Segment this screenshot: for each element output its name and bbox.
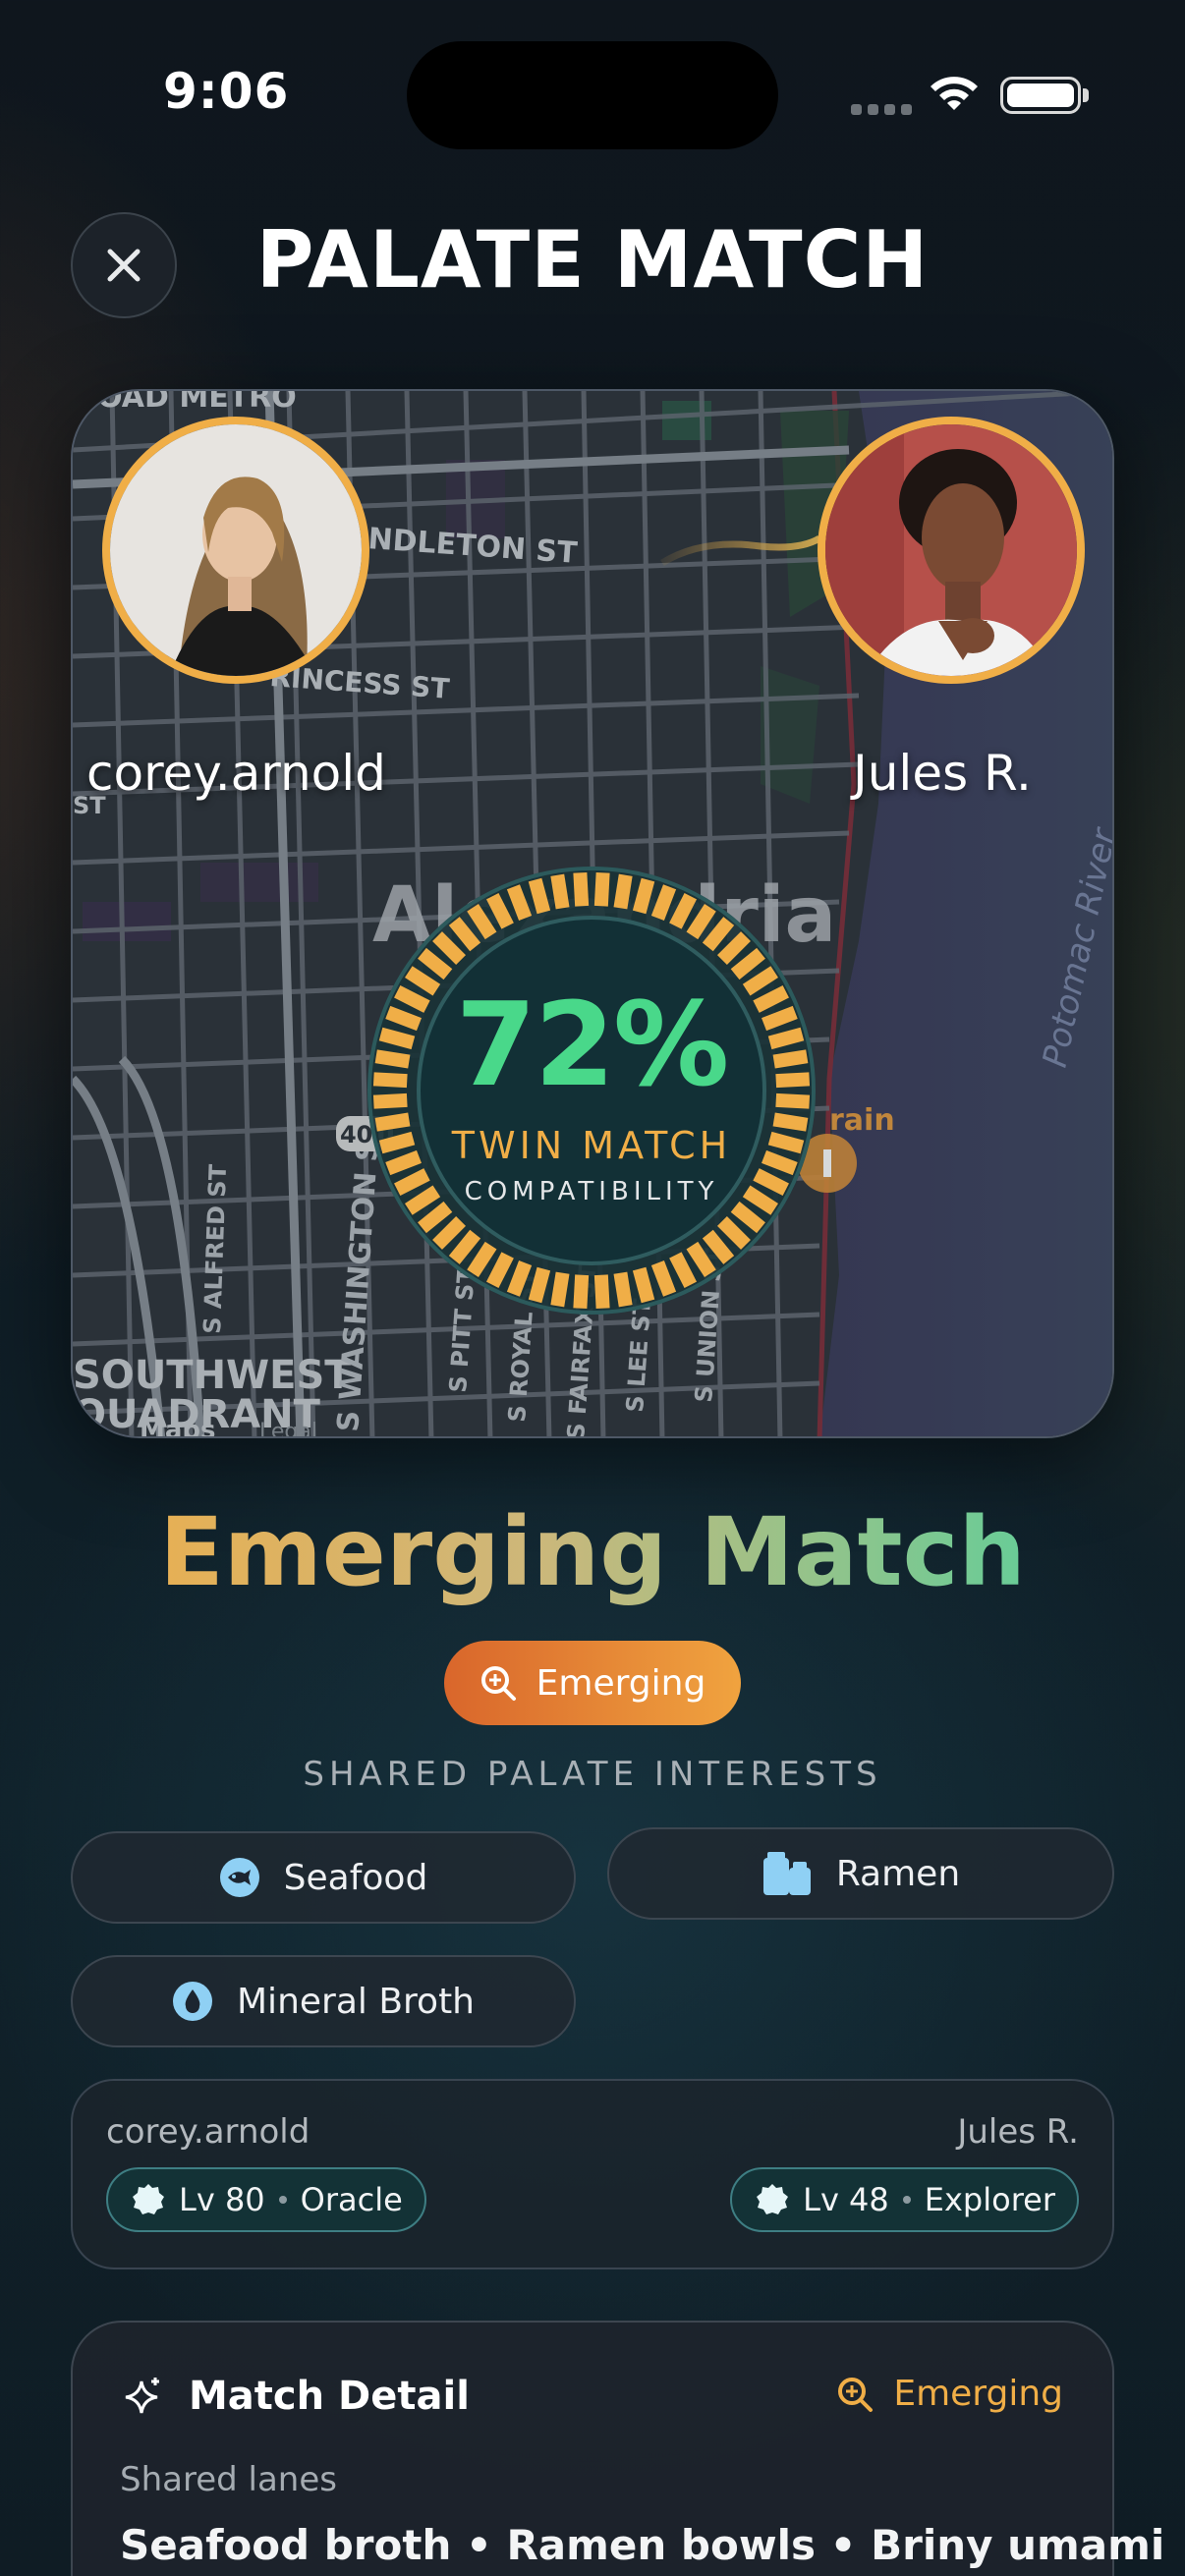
level-user-left: corey.arnold xyxy=(106,2112,310,2152)
rank-left: Oracle xyxy=(300,2181,403,2218)
battery-icon xyxy=(1000,77,1081,114)
water-drop-icon xyxy=(173,1982,212,2021)
user-name-left: corey.arnold xyxy=(86,745,386,802)
chip-seafood[interactable]: Seafood xyxy=(71,1831,576,1924)
badge-seal-icon xyxy=(133,2184,164,2214)
compatibility-ring: 72% TWIN MATCH COMPATIBILITY xyxy=(362,861,821,1320)
cellular-signal-icon xyxy=(851,104,912,115)
avatar-jules-photo xyxy=(825,424,1077,676)
detail-status-label: Emerging xyxy=(893,2374,1063,2414)
status-time: 9:06 xyxy=(163,63,290,120)
level-user-right: Jules R. xyxy=(957,2112,1079,2152)
avatar-corey-photo xyxy=(110,424,362,676)
match-kind: TWIN MATCH xyxy=(451,1124,732,1167)
fish-icon xyxy=(219,1858,259,1897)
page-title: PALATE MATCH xyxy=(255,214,930,306)
wifi-icon xyxy=(931,77,978,110)
match-sub: COMPATIBILITY xyxy=(464,1177,719,1206)
level-badge-left[interactable]: Lv 80 Oracle xyxy=(106,2167,426,2232)
avatar-jules[interactable] xyxy=(818,417,1085,684)
chip-label: Ramen xyxy=(835,1853,961,1894)
user-name-right: Jules R. xyxy=(853,745,1032,802)
detail-status: Emerging xyxy=(836,2374,1063,2414)
chip-label: Seafood xyxy=(283,1857,428,1898)
tier-badge[interactable]: Emerging xyxy=(444,1641,741,1725)
match-percent: 72% xyxy=(455,977,729,1112)
detail-title: Match Detail xyxy=(189,2374,470,2419)
tier-title: Emerging Match xyxy=(0,1497,1185,1607)
magnifier-plus-icon xyxy=(838,2377,874,2412)
sparkle-icon xyxy=(125,2378,159,2414)
levels-card: corey.arnold Jules R. Lv 80 Oracle Lv 48… xyxy=(71,2079,1114,2269)
chip-ramen[interactable]: Ramen xyxy=(607,1827,1114,1920)
chip-label: Mineral Broth xyxy=(237,1981,475,2022)
match-detail-card[interactable]: Match Detail Emerging Shared lanes Seafo… xyxy=(71,2321,1164,2576)
level-badge-right[interactable]: Lv 48 Explorer xyxy=(730,2167,1079,2232)
magnifier-plus-icon xyxy=(480,1666,516,1701)
tier-badge-label: Emerging xyxy=(536,1662,706,1704)
rank-right: Explorer xyxy=(924,2181,1055,2218)
shared-lanes-value: Seafood broth • Ramen bowls • Briny umam… xyxy=(120,2521,1165,2569)
match-map-card: ROAD METRO NDLETON ST RINCESS ST ST Alex… xyxy=(71,389,1114,1438)
dynamic-island xyxy=(407,41,778,149)
shared-interests-label: SHARED PALATE INTERESTS xyxy=(303,1755,882,1794)
shared-lanes-label: Shared lanes xyxy=(120,2460,337,2499)
level-value-right: Lv 48 xyxy=(803,2181,889,2218)
level-value-left: Lv 80 xyxy=(179,2181,265,2218)
ramen-icon xyxy=(762,1852,811,1895)
badge-seal-icon xyxy=(757,2184,789,2214)
avatar-corey[interactable] xyxy=(102,417,369,684)
chip-mineral-broth[interactable]: Mineral Broth xyxy=(71,1955,576,2047)
